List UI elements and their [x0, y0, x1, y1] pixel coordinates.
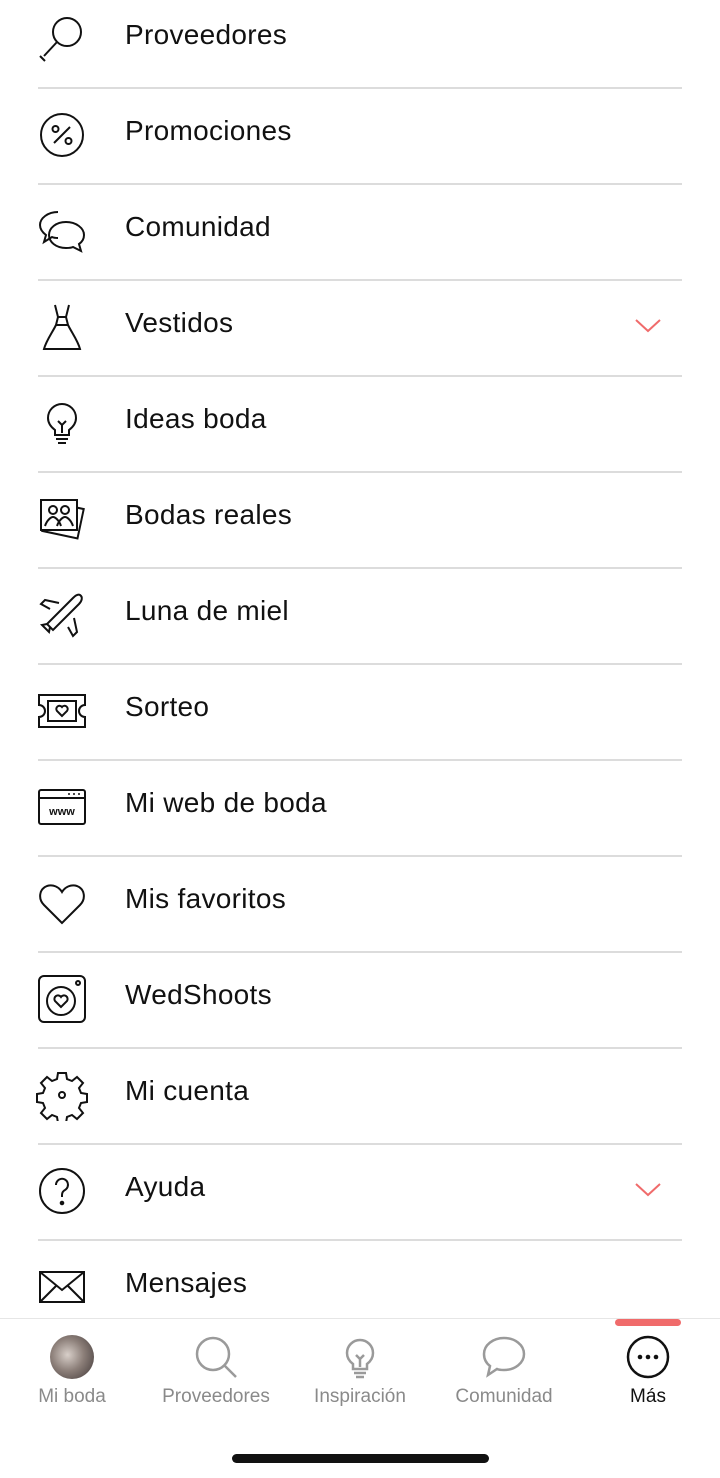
menu-item-mi-cuenta[interactable]: Mi cuenta [0, 1049, 720, 1145]
chat-bubble-icon [480, 1333, 528, 1381]
home-indicator [232, 1454, 489, 1463]
menu-item-label: Mis favoritos [125, 883, 287, 914]
tab-mas[interactable]: Más [576, 1319, 720, 1419]
menu-item-label: WedShoots [125, 979, 272, 1010]
dress-icon [36, 301, 88, 353]
menu-item-bodas-reales[interactable]: Bodas reales [0, 473, 720, 569]
heart-icon [36, 877, 88, 929]
bottom-tab-bar: Mi boda Proveedores Inspiración Comunida… [0, 1318, 720, 1478]
tab-label: Proveedores [162, 1386, 270, 1407]
menu-item-label: Bodas reales [125, 499, 293, 530]
website-icon: www [36, 781, 88, 833]
menu-item-vestidos[interactable]: Vestidos [0, 281, 720, 377]
menu-item-luna-de-miel[interactable]: Luna de miel [0, 569, 720, 665]
more-icon [624, 1333, 672, 1381]
menu-item-mensajes[interactable]: Mensajes [0, 1241, 720, 1318]
menu-item-label: Luna de miel [125, 595, 289, 626]
menu-item-label: Mensajes [125, 1267, 248, 1298]
menu-item-label: Ideas boda [125, 403, 267, 434]
tab-label: Comunidad [455, 1386, 553, 1407]
menu-item-label: Mi web de boda [125, 787, 327, 818]
chevron-down-icon[interactable] [632, 1178, 664, 1200]
tab-mi-boda[interactable]: Mi boda [0, 1319, 144, 1419]
menu-item-wedshoots[interactable]: WedShoots [0, 953, 720, 1049]
menu-item-ayuda[interactable]: Ayuda [0, 1145, 720, 1241]
chevron-down-icon[interactable] [632, 314, 664, 336]
photos-icon [36, 493, 88, 545]
menu-item-label: Sorteo [125, 691, 210, 722]
lightbulb-icon [336, 1333, 384, 1381]
website-icon-text: www [48, 806, 75, 818]
search-icon [36, 13, 88, 65]
menu-item-label: Proveedores [125, 19, 288, 50]
tab-label: Mi boda [38, 1386, 106, 1407]
menu-item-promociones[interactable]: Promociones [0, 89, 720, 185]
help-icon [36, 1165, 88, 1217]
menu-item-label: Ayuda [125, 1171, 206, 1202]
menu-item-comunidad[interactable]: Comunidad [0, 185, 720, 281]
airplane-icon [36, 589, 88, 641]
ticket-icon [36, 685, 88, 737]
envelope-icon [36, 1261, 88, 1313]
search-icon [192, 1333, 240, 1381]
menu-item-label: Vestidos [125, 307, 234, 338]
camera-icon [36, 973, 88, 1025]
menu-item-mi-web-de-boda[interactable]: www Mi web de boda [0, 761, 720, 857]
tab-label: Inspiración [314, 1386, 406, 1407]
lightbulb-icon [36, 397, 88, 449]
chat-bubbles-icon [36, 205, 88, 257]
menu-item-label: Comunidad [125, 211, 271, 242]
menu-item-mis-favoritos[interactable]: Mis favoritos [0, 857, 720, 953]
menu-item-ideas-boda[interactable]: Ideas boda [0, 377, 720, 473]
menu-item-sorteo[interactable]: Sorteo [0, 665, 720, 761]
tab-proveedores[interactable]: Proveedores [144, 1319, 288, 1419]
tab-comunidad[interactable]: Comunidad [432, 1319, 576, 1419]
gear-icon [36, 1069, 88, 1121]
tab-inspiracion[interactable]: Inspiración [288, 1319, 432, 1419]
percent-icon [36, 109, 88, 161]
avatar [48, 1333, 96, 1381]
menu-item-label: Mi cuenta [125, 1075, 250, 1106]
menu-item-proveedores[interactable]: Proveedores [0, 0, 720, 89]
menu-list: Proveedores Promociones Comunidad Vestid… [0, 0, 720, 1318]
tab-label: Más [630, 1386, 666, 1407]
menu-item-label: Promociones [125, 115, 292, 146]
